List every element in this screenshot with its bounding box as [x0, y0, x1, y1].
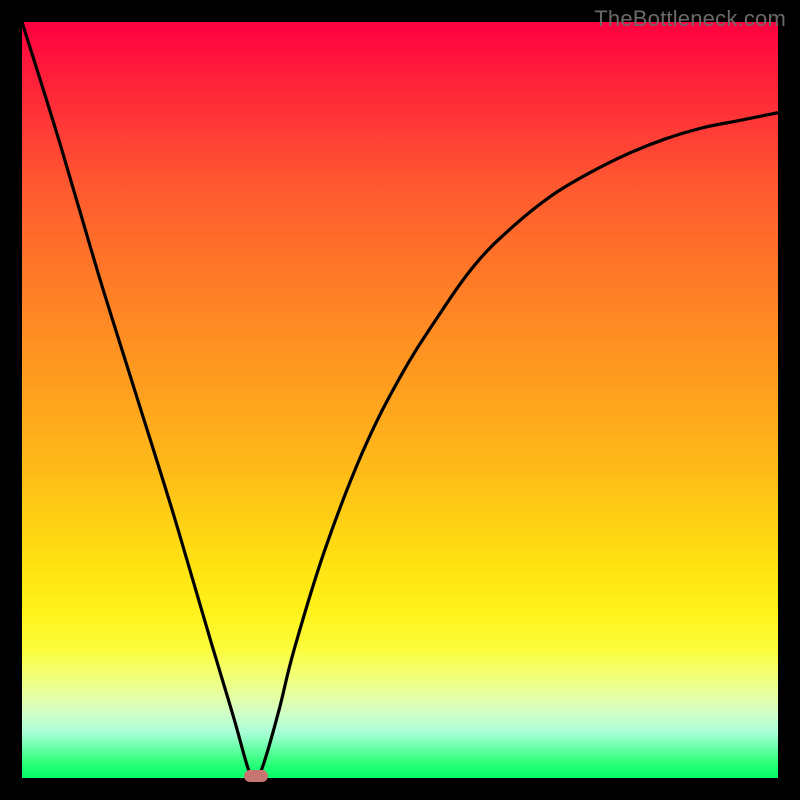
bottleneck-curve-path — [22, 22, 778, 778]
watermark-text: TheBottleneck.com — [594, 6, 786, 32]
chart-stage: TheBottleneck.com — [0, 0, 800, 800]
curve-svg — [22, 22, 778, 778]
minimum-marker — [244, 770, 268, 782]
plot-area — [22, 22, 778, 778]
